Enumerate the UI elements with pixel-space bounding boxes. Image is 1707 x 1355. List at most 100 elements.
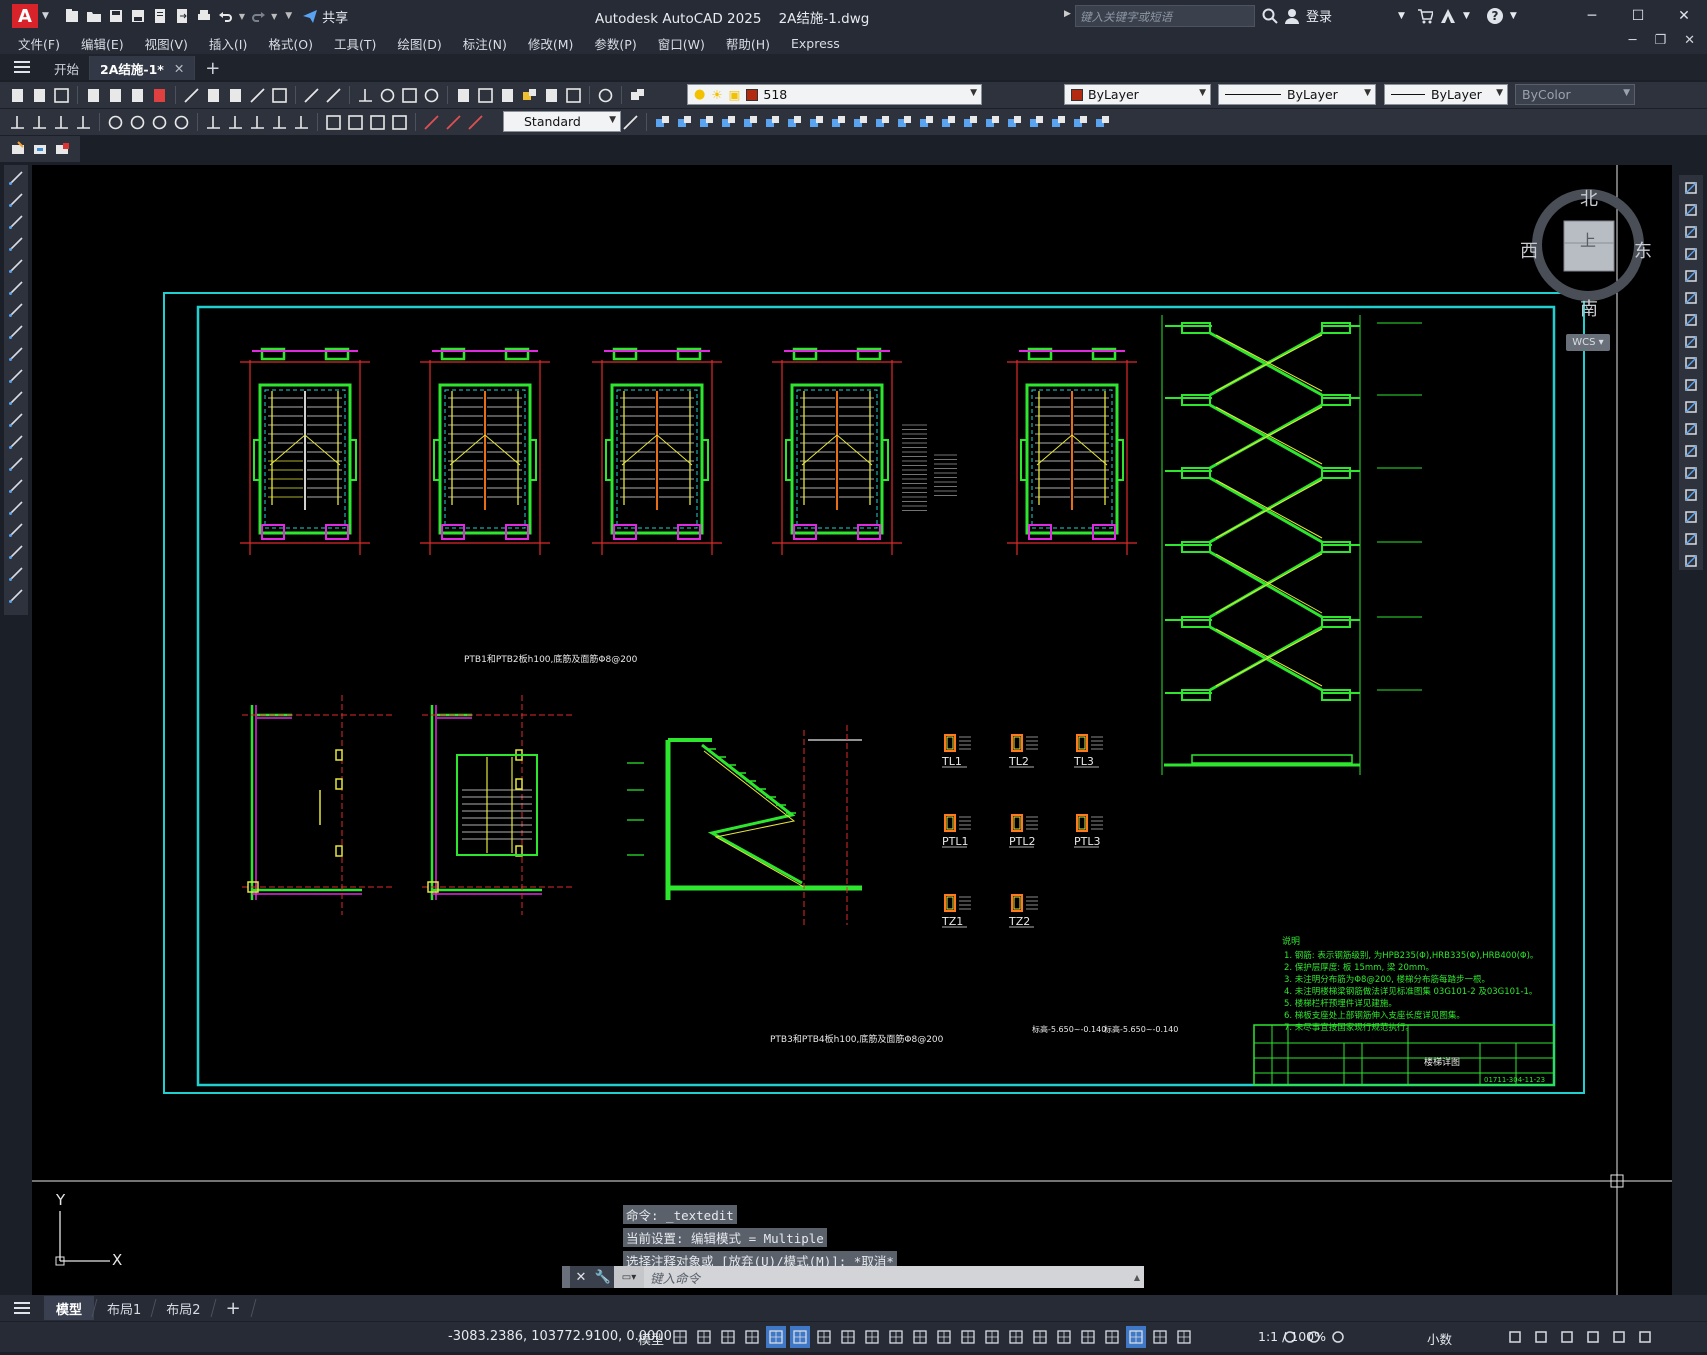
undo-icon[interactable] bbox=[217, 7, 235, 25]
doc-minimize-icon[interactable]: ─ bbox=[1629, 33, 1637, 48]
plot-icon[interactable] bbox=[84, 86, 103, 105]
polar-dropdown-icon[interactable] bbox=[838, 1326, 858, 1348]
osnap-icon[interactable] bbox=[910, 1326, 930, 1348]
lock-ui-icon[interactable] bbox=[1531, 1326, 1551, 1348]
quick-dim-icon[interactable] bbox=[204, 113, 223, 132]
grid-icon[interactable] bbox=[670, 1326, 690, 1348]
tolerance-icon[interactable] bbox=[324, 113, 343, 132]
tool-palettes-icon[interactable] bbox=[498, 86, 517, 105]
rectangle-icon[interactable] bbox=[7, 257, 25, 275]
isodraft-icon[interactable] bbox=[862, 1326, 882, 1348]
redo-icon[interactable] bbox=[324, 86, 343, 105]
design-center-icon[interactable] bbox=[476, 86, 495, 105]
box-icon[interactable] bbox=[653, 113, 672, 132]
plot-icon[interactable] bbox=[195, 7, 213, 25]
menu-help[interactable]: 帮助(H) bbox=[726, 34, 770, 53]
copy-icon[interactable] bbox=[204, 86, 223, 105]
preview-icon[interactable] bbox=[106, 86, 125, 105]
rotate-icon[interactable] bbox=[1682, 311, 1700, 329]
osnap-dropdown-icon[interactable] bbox=[934, 1326, 954, 1348]
zoom-realtime-icon[interactable] bbox=[378, 86, 397, 105]
gizmo-icon[interactable] bbox=[1102, 1326, 1122, 1348]
menu-modify[interactable]: 修改(M) bbox=[528, 34, 574, 53]
command-recent-icon[interactable]: ▭▾ bbox=[614, 1266, 644, 1288]
hatch-icon[interactable] bbox=[7, 477, 25, 495]
snap-icon[interactable] bbox=[694, 1326, 714, 1348]
aligned-dim-icon[interactable] bbox=[30, 113, 49, 132]
array-icon[interactable] bbox=[1682, 267, 1700, 285]
search-input[interactable]: 键入关键字或短语 bbox=[1075, 5, 1255, 27]
block-close-icon[interactable] bbox=[52, 140, 71, 159]
dim-space-icon[interactable] bbox=[270, 113, 289, 132]
inspection-icon[interactable] bbox=[368, 113, 387, 132]
save-to-web-icon[interactable] bbox=[151, 7, 169, 25]
line-icon[interactable] bbox=[7, 169, 25, 187]
model-space-button[interactable]: 模型 bbox=[638, 1329, 664, 1348]
menu-tools[interactable]: 工具(T) bbox=[334, 34, 376, 53]
zoom-previous-icon[interactable] bbox=[422, 86, 441, 105]
doc-restore-icon[interactable]: ❐ bbox=[1654, 33, 1666, 48]
drawing-canvas[interactable]: TL1 TL2 TL3 PTL1 PTL2 PTL3 TZ1 TZ2 PTB1和PTB2板h1… bbox=[32, 165, 1672, 1295]
wcs-menu-button[interactable]: WCS ▾ bbox=[1566, 334, 1610, 351]
offset-icon[interactable] bbox=[1682, 245, 1700, 263]
dynamic-input-icon[interactable] bbox=[766, 1326, 786, 1348]
slice-icon[interactable] bbox=[829, 113, 848, 132]
separate-icon[interactable] bbox=[983, 113, 1002, 132]
linear-dim-icon[interactable] bbox=[8, 113, 27, 132]
lineweight-dropdown[interactable]: ByLayer ▼ bbox=[1384, 84, 1508, 105]
union-icon[interactable] bbox=[763, 113, 782, 132]
light-icon[interactable] bbox=[1027, 113, 1046, 132]
radius-dim-icon[interactable] bbox=[106, 113, 125, 132]
command-input[interactable]: 键入命令 bbox=[644, 1266, 1130, 1288]
fillet-icon[interactable] bbox=[1682, 508, 1700, 526]
annotation-scale-icon[interactable] bbox=[1174, 1326, 1194, 1348]
dim-edit-icon[interactable] bbox=[422, 113, 441, 132]
make-block-icon[interactable] bbox=[7, 433, 25, 451]
menu-edit[interactable]: 编辑(E) bbox=[81, 34, 124, 53]
gradient-icon[interactable] bbox=[7, 499, 25, 517]
login-dropdown-icon[interactable]: ▼ bbox=[1398, 11, 1405, 21]
camera-icon[interactable] bbox=[1071, 113, 1090, 132]
arc-length-icon[interactable] bbox=[52, 113, 71, 132]
compass-east[interactable]: 东 bbox=[1634, 237, 1652, 263]
infer-icon[interactable] bbox=[742, 1326, 762, 1348]
wedge-icon[interactable] bbox=[675, 113, 694, 132]
tab-close-icon[interactable]: ✕ bbox=[174, 61, 184, 76]
hardware-accel-icon[interactable] bbox=[1583, 1326, 1603, 1348]
angular-dim-icon[interactable] bbox=[172, 113, 191, 132]
help-icon[interactable] bbox=[596, 86, 615, 105]
export-icon[interactable] bbox=[173, 7, 191, 25]
menu-draw[interactable]: 绘图(D) bbox=[397, 34, 441, 53]
arc-icon[interactable] bbox=[7, 279, 25, 297]
scale-icon[interactable] bbox=[1682, 333, 1700, 351]
erase-icon[interactable] bbox=[1682, 179, 1700, 197]
insert-block-icon[interactable] bbox=[7, 411, 25, 429]
dyn-ucs-icon[interactable] bbox=[1054, 1326, 1074, 1348]
menu-format[interactable]: 格式(O) bbox=[268, 34, 313, 53]
layout-tab-model[interactable]: 模型 bbox=[44, 1296, 95, 1320]
search-icon[interactable] bbox=[1262, 8, 1278, 24]
redo-dropdown-icon[interactable]: ▼ bbox=[271, 12, 277, 21]
linetype-dropdown[interactable]: ByLayer ▼ bbox=[1218, 84, 1376, 105]
break-icon[interactable] bbox=[1682, 442, 1700, 460]
viewcube[interactable]: 北 南 东 西 上 bbox=[1520, 185, 1652, 320]
circle-icon[interactable] bbox=[7, 301, 25, 319]
point-icon[interactable] bbox=[7, 455, 25, 473]
trim-icon[interactable] bbox=[1682, 376, 1700, 394]
construction-line-icon[interactable] bbox=[7, 191, 25, 209]
menu-express[interactable]: Express bbox=[791, 36, 840, 51]
save-icon[interactable] bbox=[107, 7, 125, 25]
close-icon[interactable]: ✕ bbox=[1661, 5, 1707, 27]
layer-dropdown[interactable]: ● ☀ ▣ 518 ▼ bbox=[687, 84, 982, 105]
share-button[interactable]: 共享 bbox=[302, 7, 348, 26]
search-expand-icon[interactable]: ▶ bbox=[1064, 9, 1071, 19]
compass-west[interactable]: 西 bbox=[1520, 237, 1538, 263]
dim-update-icon[interactable] bbox=[466, 113, 485, 132]
publish-icon[interactable] bbox=[128, 86, 147, 105]
command-line-grip[interactable] bbox=[562, 1266, 570, 1288]
snap-dropdown-icon[interactable] bbox=[718, 1326, 738, 1348]
polar-icon[interactable] bbox=[814, 1326, 834, 1348]
new-tab-button[interactable]: + bbox=[195, 56, 230, 80]
help-dropdown-icon[interactable]: ▼ bbox=[1510, 11, 1517, 21]
annotation-visibility-icon[interactable] bbox=[1126, 1326, 1146, 1348]
